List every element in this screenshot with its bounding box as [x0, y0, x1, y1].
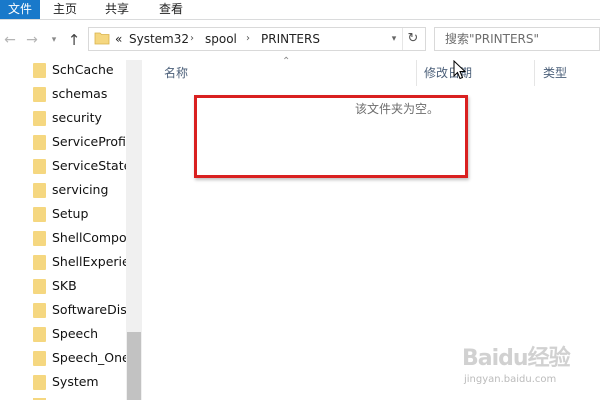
folder-icon	[33, 255, 46, 270]
folder-icon	[33, 207, 46, 222]
recent-locations-chevron-icon[interactable]: ▾	[46, 30, 62, 50]
folder-icon	[33, 159, 46, 174]
folder-icon	[33, 303, 46, 318]
tree-item[interactable]: ShellComponents	[0, 226, 126, 250]
tree-item[interactable]: ServiceProfiles	[0, 130, 126, 154]
folder-icon	[33, 63, 46, 78]
tree-item-label: Speech	[52, 326, 99, 341]
mouse-cursor-icon	[453, 60, 467, 80]
up-arrow-icon[interactable]: ↑	[66, 30, 82, 50]
tab-share[interactable]: 共享	[100, 0, 134, 19]
tab-home[interactable]: 主页	[48, 0, 82, 19]
breadcrumb-overflow[interactable]: «	[115, 28, 122, 50]
search-placeholder: 搜索"PRINTERS"	[445, 32, 539, 46]
tree-item-label: ShellComponents	[52, 230, 126, 245]
column-divider[interactable]	[534, 60, 535, 86]
breadcrumb-spool[interactable]: spool	[205, 28, 237, 50]
column-header-name[interactable]: 名称	[164, 60, 188, 86]
search-input[interactable]: 搜索"PRINTERS"	[434, 27, 600, 51]
tree-item-label: System	[52, 374, 99, 389]
tree-item[interactable]: Speech_OneCore	[0, 346, 126, 370]
breadcrumb-separator-icon[interactable]: ›	[246, 28, 250, 50]
folder-icon	[33, 375, 46, 390]
breadcrumb-printers[interactable]: PRINTERS	[261, 28, 320, 50]
watermark-logo-text: Baidu经验	[462, 346, 571, 371]
tree-item[interactable]: Speech	[0, 322, 126, 346]
folder-icon	[33, 87, 46, 102]
folder-icon	[33, 111, 46, 126]
address-bar[interactable]: « System32 › spool › PRINTERS ▾ ↻	[88, 27, 426, 51]
tree-item[interactable]: schemas	[0, 82, 126, 106]
tree-item-label: ShellExperiences	[52, 254, 126, 269]
tree-item[interactable]: System	[0, 370, 126, 394]
tree-item[interactable]: ServiceState	[0, 154, 126, 178]
tree-item-label: ServiceProfiles	[52, 134, 126, 149]
navigation-pane: SchCache schemas security ServiceProfile…	[0, 60, 142, 400]
tree-item-label: SoftwareDistribution	[52, 302, 126, 317]
folder-icon	[33, 327, 46, 342]
highlight-annotation-box	[194, 95, 468, 178]
tree-item-label: ServiceState	[52, 158, 126, 173]
breadcrumb-separator-icon[interactable]: ›	[190, 28, 194, 50]
folder-icon	[33, 231, 46, 246]
tree-item[interactable]: SKB	[0, 274, 126, 298]
tree-item[interactable]: ShellExperiences	[0, 250, 126, 274]
nav-scrollbar-thumb[interactable]	[127, 332, 141, 400]
folder-icon	[33, 279, 46, 294]
refresh-icon[interactable]: ↻	[402, 28, 423, 50]
folder-icon	[94, 32, 110, 45]
tab-view[interactable]: 查看	[154, 0, 188, 19]
baidu-watermark: Baidu经验 jingyan.baidu.com	[462, 340, 598, 398]
tab-file[interactable]: 文件	[0, 0, 40, 19]
navigation-bar: ← → ▾ ↑ « System32 › spool › PRINTERS ▾ …	[0, 20, 600, 60]
tree-item[interactable]: security	[0, 106, 126, 130]
breadcrumb-system32[interactable]: System32	[129, 28, 189, 50]
tree-item-label: security	[52, 110, 102, 125]
tree-item[interactable]: servicing	[0, 178, 126, 202]
address-dropdown-icon[interactable]: ▾	[387, 28, 401, 50]
tree-item-label: Setup	[52, 206, 89, 221]
ribbon-tabs: 文件 主页 共享 查看	[0, 0, 600, 20]
tree-item[interactable]: SoftwareDistribution	[0, 298, 126, 322]
tree-item-label: Speech_OneCore	[52, 350, 126, 365]
tree-item-label: servicing	[52, 182, 109, 197]
column-divider[interactable]	[416, 60, 417, 86]
tree-item[interactable]: Setup	[0, 202, 126, 226]
tree-item-label: SKB	[52, 278, 77, 293]
folder-icon	[33, 351, 46, 366]
watermark-url: jingyan.baidu.com	[464, 374, 557, 385]
back-arrow-icon[interactable]: ←	[2, 30, 18, 50]
forward-arrow-icon[interactable]: →	[24, 30, 40, 50]
folder-icon	[33, 135, 46, 150]
sort-ascending-icon: ⌃	[282, 56, 291, 67]
tree-item[interactable]: SchCache	[0, 60, 126, 82]
tree-item-label: SchCache	[52, 62, 114, 77]
folder-icon	[33, 183, 46, 198]
tree-item-label: schemas	[52, 86, 108, 101]
column-header-type[interactable]: 类型	[543, 60, 567, 86]
